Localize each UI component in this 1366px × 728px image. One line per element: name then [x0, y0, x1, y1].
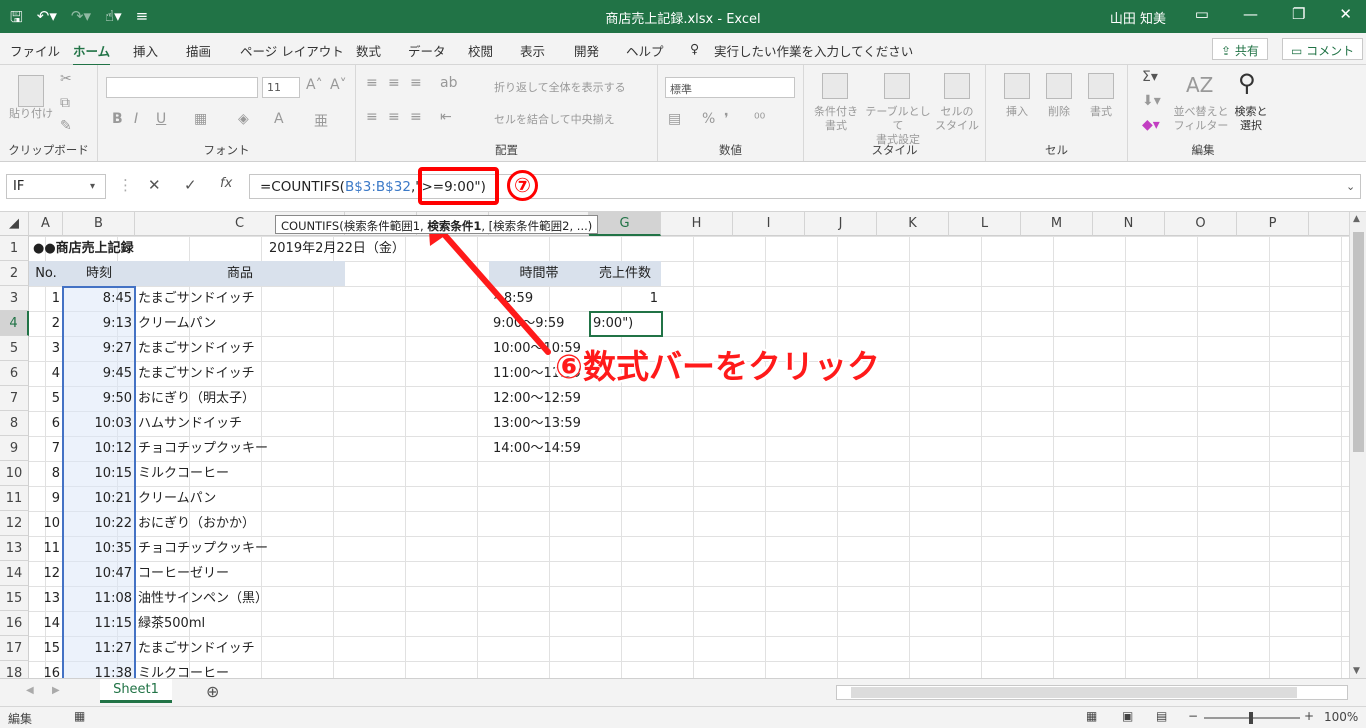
tooltip-arg-bold: 検索条件1 — [427, 219, 482, 233]
function-tooltip: COUNTIFS(検索条件範囲1, 検索条件1, [検索条件範囲2, ...) — [275, 215, 599, 234]
tooltip-fn: COUNTIFS(検索条件範囲1, — [281, 219, 428, 233]
step-6-label: ⑥数式バーをクリック — [555, 347, 880, 386]
arrow-shaft — [439, 229, 551, 355]
tooltip-rest: , [検索条件範囲2, ...) — [481, 219, 593, 233]
